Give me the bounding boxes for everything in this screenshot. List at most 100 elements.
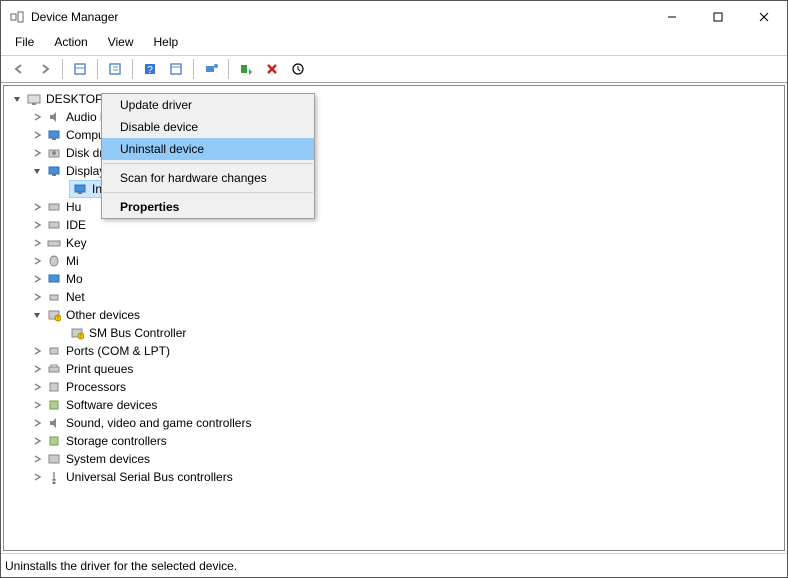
chevron-right-icon[interactable] [30,254,44,268]
port-icon [46,343,62,359]
tree-item-network[interactable]: Net [6,288,782,306]
chevron-right-icon[interactable] [30,200,44,214]
tree-label: Print queues [66,362,133,376]
keyboard-icon [46,235,62,251]
tree-label: Software devices [66,398,157,412]
chevron-down-icon[interactable] [30,164,44,178]
show-hidden-button[interactable] [68,58,92,80]
device-tree[interactable]: DESKTOP-CO198S3 Audio inputs and outputs… [3,85,785,551]
sound-icon [46,415,62,431]
software-icon [46,397,62,413]
tree-item-other[interactable]: ! Other devices [6,306,782,324]
tree-item-sound[interactable]: Sound, video and game controllers [6,414,782,432]
uninstall-button[interactable] [260,58,284,80]
chevron-right-icon[interactable] [30,290,44,304]
chevron-right-icon[interactable] [30,344,44,358]
tree-item-ports[interactable]: Ports (COM & LPT) [6,342,782,360]
toolbar-separator [62,59,63,79]
tree-item-other-child[interactable]: ! SM Bus Controller [6,324,782,342]
tree-label: Ports (COM & LPT) [66,344,170,358]
tree-item-mice[interactable]: Mi [6,252,782,270]
disk-icon [46,145,62,161]
warning-device-icon: ! [69,325,85,341]
speaker-icon [46,109,62,125]
menu-action[interactable]: Action [44,33,97,55]
tree-item-storage[interactable]: Storage controllers [6,432,782,450]
chevron-right-icon[interactable] [30,236,44,250]
tree-label: System devices [66,452,150,466]
tree-item-system[interactable]: System devices [6,450,782,468]
menu-file[interactable]: File [5,33,44,55]
tree-item-software[interactable]: Software devices [6,396,782,414]
ide-icon [46,217,62,233]
chevron-right-icon[interactable] [30,452,44,466]
display-icon [72,181,88,197]
chevron-right-icon[interactable] [30,398,44,412]
chevron-right-icon[interactable] [30,128,44,142]
chevron-right-icon[interactable] [30,380,44,394]
cpu-icon [46,379,62,395]
display-icon [46,163,62,179]
hid-icon [46,199,62,215]
chevron-right-icon[interactable] [30,416,44,430]
toolbar-separator [97,59,98,79]
enable-button[interactable] [234,58,258,80]
close-button[interactable] [741,2,787,32]
tree-label: Other devices [66,308,140,322]
context-uninstall-device[interactable]: Uninstall device [102,138,314,160]
properties-button[interactable] [103,58,127,80]
menu-view[interactable]: View [98,33,144,55]
tree-label: SM Bus Controller [89,326,186,340]
usb-icon [46,469,62,485]
action-button[interactable] [164,58,188,80]
tree-item-monitors[interactable]: Mo [6,270,782,288]
menu-help[interactable]: Help [144,33,189,55]
tree-label: Key [66,236,87,250]
window-controls [649,2,787,32]
menu-bar: File Action View Help [1,33,787,55]
window-title: Device Manager [31,10,649,24]
device-manager-window: Device Manager File Action View Help ? [0,0,788,578]
toolbar-separator [132,59,133,79]
context-scan-hardware[interactable]: Scan for hardware changes [102,167,314,189]
chevron-right-icon[interactable] [30,218,44,232]
printer-icon [46,361,62,377]
computer-icon [26,91,42,107]
monitor-icon [46,127,62,143]
chevron-down-icon[interactable] [30,308,44,322]
context-update-driver[interactable]: Update driver [102,94,314,116]
scan-hardware-button[interactable] [199,58,223,80]
tree-item-usb[interactable]: Universal Serial Bus controllers [6,468,782,486]
context-separator [103,163,313,164]
update-button[interactable] [286,58,310,80]
tree-label: IDE [66,218,86,232]
tree-label: Mo [66,272,83,286]
tree-label: Mi [66,254,79,268]
chevron-right-icon[interactable] [30,362,44,376]
context-disable-device[interactable]: Disable device [102,116,314,138]
tree-item-keyboards[interactable]: Key [6,234,782,252]
app-icon [9,9,25,25]
tree-item-processors[interactable]: Processors [6,378,782,396]
help-button[interactable]: ? [138,58,162,80]
tree-label: Universal Serial Bus controllers [66,470,233,484]
context-properties[interactable]: Properties [102,196,314,218]
svg-text:!: ! [57,316,58,322]
tree-item-printq[interactable]: Print queues [6,360,782,378]
title-bar: Device Manager [1,1,787,33]
tree-label: Sound, video and game controllers [66,416,251,430]
back-button[interactable] [7,58,31,80]
chevron-right-icon[interactable] [30,272,44,286]
maximize-button[interactable] [695,2,741,32]
svg-text:!: ! [80,334,81,340]
chevron-right-icon[interactable] [30,146,44,160]
tree-label: Net [66,290,85,304]
chevron-right-icon[interactable] [30,434,44,448]
minimize-button[interactable] [649,2,695,32]
status-bar: Uninstalls the driver for the selected d… [1,553,787,577]
chevron-right-icon[interactable] [30,470,44,484]
chevron-down-icon[interactable] [10,92,24,106]
chevron-right-icon[interactable] [30,110,44,124]
forward-button[interactable] [33,58,57,80]
no-expander [53,182,67,196]
